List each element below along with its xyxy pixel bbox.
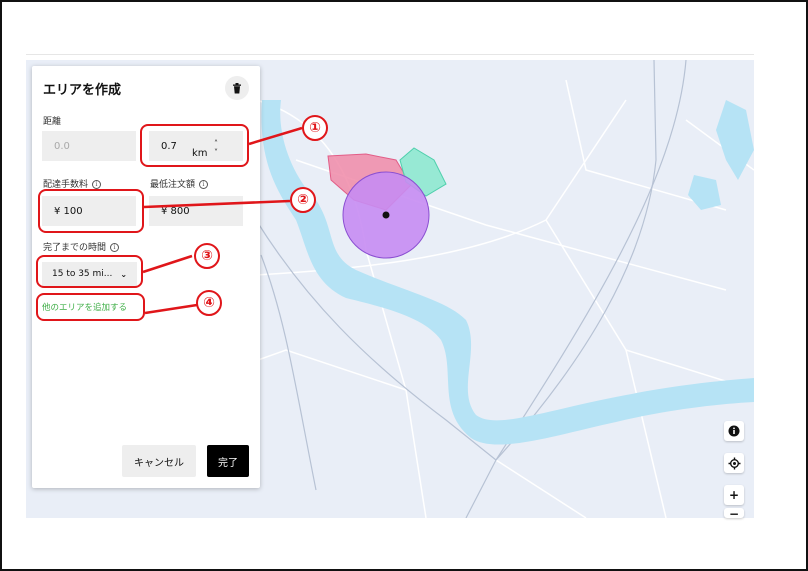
annotation-badge-2: ② <box>290 187 316 213</box>
annotation-badge-4: ④ <box>196 290 222 316</box>
annotation-leaders <box>142 126 303 315</box>
annotation-badge-3: ③ <box>194 243 220 269</box>
annotation-badge-1: ① <box>302 115 328 141</box>
